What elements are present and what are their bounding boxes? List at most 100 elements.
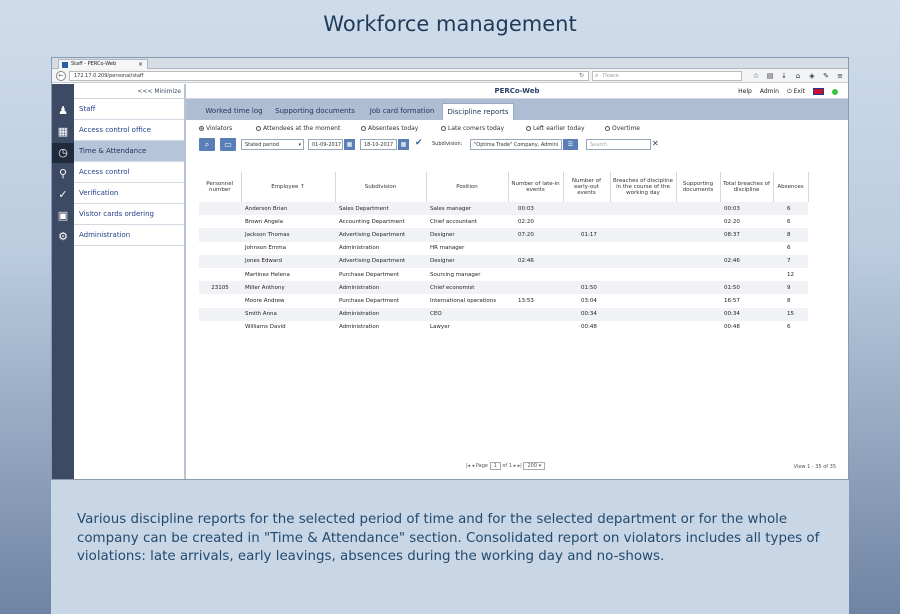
col-subdivision[interactable]: Subdivision [334, 172, 426, 202]
table-cell [610, 215, 676, 228]
main-panel: PERCo-Web Help Admin ⏻ Exit Worked time … [186, 84, 848, 479]
radio-left-earlier[interactable]: Left earlier today [526, 125, 585, 132]
col-personnel-number[interactable]: Personnel number [199, 172, 241, 202]
radio-overtime[interactable]: Overtime [605, 125, 640, 132]
url-text: 172.17.0.209/personal/staff [74, 73, 144, 79]
tab-job-card-formation[interactable]: Job card formation [364, 103, 440, 120]
search-input[interactable]: Search [586, 139, 651, 150]
staff-icon[interactable]: ♟ [52, 101, 74, 121]
table-row[interactable]: Jones Edward Advertising Department Design… [199, 254, 808, 268]
sidebar-item-time-attendance[interactable]: Time & Attendance [74, 141, 184, 162]
extension-icon[interactable]: ✎ [822, 71, 830, 81]
table-cell: 15 [773, 307, 808, 321]
col-early-out[interactable]: Number of early-out events [562, 172, 610, 202]
table-row[interactable]: 23105 Miller Anthony Administration Chief e… [199, 281, 808, 295]
col-employee[interactable]: Employee ↑ [240, 172, 335, 202]
table-row[interactable]: Brown Angela Accounting Department Chief a… [199, 215, 808, 228]
table-cell [508, 281, 563, 295]
table-cell [676, 321, 720, 334]
radio-absentees[interactable]: Absentees today [361, 125, 418, 132]
shield-icon[interactable]: ◈ [808, 71, 816, 81]
sidebar-item-access-control-office[interactable]: Access control office [74, 120, 184, 141]
gear-icon[interactable]: ⚙ [52, 227, 74, 247]
sidebar-item-staff[interactable]: Staff [74, 99, 184, 120]
tab-worked-time-log[interactable]: Worked time log [198, 103, 270, 120]
sidebar-item-access-control[interactable]: Access control [74, 162, 184, 183]
tab-discipline-reports[interactable]: Discipline reports [442, 103, 514, 120]
download-icon[interactable]: ↓ [780, 71, 788, 81]
subdivision-tree-icon[interactable]: ☰ [563, 139, 578, 150]
reading-list-icon[interactable]: ▤ [766, 71, 774, 81]
date-to-input[interactable]: 18-10-2017 [360, 139, 397, 150]
radio-label: Overtime [612, 125, 640, 132]
radio-dot-icon [526, 126, 531, 131]
language-flag-icon[interactable] [813, 88, 824, 95]
col-absences[interactable]: Absences [772, 172, 809, 202]
table-cell: 08:37 [720, 228, 773, 242]
col-total-breaches[interactable]: Total breaches of discipline [719, 172, 773, 202]
status-dot-icon [832, 88, 838, 95]
table-cell [610, 321, 676, 334]
date-from-input[interactable]: 01-09-2017 [308, 139, 343, 150]
table-row[interactable]: Anderson Brian Sales Department Sales mana… [199, 202, 808, 216]
radio-attendees[interactable]: Attendees at the moment [256, 125, 340, 132]
next-page-icon[interactable]: ▸ ▸| [514, 463, 522, 469]
reload-icon[interactable]: ↻ [579, 72, 584, 80]
minimize-button[interactable]: <<< Minimize [74, 84, 184, 99]
table-row[interactable]: Williams David Administration Lawyer 00:48 0… [199, 321, 808, 334]
access-office-icon[interactable]: ▦ [52, 122, 74, 142]
browser-search-input[interactable]: ⌕ Поиск [592, 71, 742, 81]
table-row[interactable]: Smith Anna Administration CEO 00:34 00:34 15 [199, 307, 808, 321]
search-button[interactable]: ⌕ [199, 138, 215, 151]
pager: |◂ ◂ Page 1 of 1 ▸ ▸| 200 ▾ [466, 462, 546, 470]
subdivision-input[interactable]: "Optima Trade" Company, Admini [470, 139, 562, 150]
table-row[interactable]: Johnson Emma Administration HR manager 6 [199, 242, 808, 255]
col-position[interactable]: Position [425, 172, 508, 202]
per-page-select[interactable]: 200 ▾ [523, 462, 546, 470]
table-cell [676, 242, 720, 255]
clear-icon[interactable]: ✕ [652, 139, 659, 148]
table-cell: Chief accountant [430, 218, 477, 225]
bookmark-star-icon[interactable]: ☆ [752, 71, 760, 81]
help-link[interactable]: Help [738, 84, 752, 99]
exit-button[interactable]: ⏻ Exit [787, 84, 805, 99]
col-breaches-during-day[interactable]: Breaches of discipline in the course of … [609, 172, 676, 202]
user-link[interactable]: Admin [760, 84, 779, 99]
table-row[interactable]: Martinez Helena Purchase Department Sourci… [199, 268, 808, 281]
sidebar-item-verification[interactable]: Verification [74, 183, 184, 204]
menu-icon[interactable]: ≡ [836, 71, 844, 81]
icon-bar: ♟ ▦ ◷ ⚲ ✓ ▣ ⚙ [52, 84, 74, 479]
table-row[interactable]: Moore Andrew Purchase Department Internati… [199, 294, 808, 307]
sidebar-item-administration[interactable]: Administration [74, 225, 184, 246]
radio-dot-icon [256, 126, 261, 131]
first-page-icon[interactable]: |◂ ◂ [466, 463, 474, 469]
table-cell: Administration [339, 324, 380, 331]
browser-search-placeholder: Поиск [603, 73, 619, 79]
sidebar-item-visitor-cards[interactable]: Visitor cards ordering [74, 204, 184, 225]
col-late-in[interactable]: Number of late-in events [507, 172, 563, 202]
view-info: View 1 - 35 of 35 [793, 464, 836, 470]
calendar-icon[interactable]: ▦ [344, 139, 355, 150]
browser-tab[interactable]: Staff - PERCo-Web × [58, 59, 148, 69]
radio-late-comers[interactable]: Late comers today [441, 125, 504, 132]
col-supporting-documents[interactable]: Supporting documents [675, 172, 720, 202]
period-value: Stated period [245, 142, 279, 148]
period-select[interactable]: Stated period ▾ [241, 139, 304, 150]
verification-icon[interactable]: ✓ [52, 185, 74, 205]
apply-check-icon[interactable]: ✔ [415, 138, 423, 148]
tab-supporting-documents[interactable]: Supporting documents [272, 103, 358, 120]
page-input[interactable]: 1 [489, 462, 501, 470]
close-icon[interactable]: × [138, 60, 143, 69]
home-icon[interactable]: ⌂ [794, 71, 802, 81]
key-icon[interactable]: ⚲ [52, 164, 74, 184]
back-arrow-icon[interactable]: ← [56, 71, 66, 81]
calendar-icon[interactable]: ▦ [398, 139, 409, 150]
radio-violators[interactable]: Violators [199, 125, 232, 132]
url-input[interactable]: 172.17.0.209/personal/staff ↻ [69, 71, 589, 81]
visitor-cards-icon[interactable]: ▣ [52, 206, 74, 226]
table-cell: 23105 [199, 281, 241, 295]
time-attendance-icon[interactable]: ◷ [52, 143, 74, 163]
columns-button[interactable]: ▭ [220, 138, 236, 151]
table-cell [199, 254, 241, 268]
table-row[interactable]: Jackson Thomas Advertising Department Desi… [199, 228, 808, 242]
